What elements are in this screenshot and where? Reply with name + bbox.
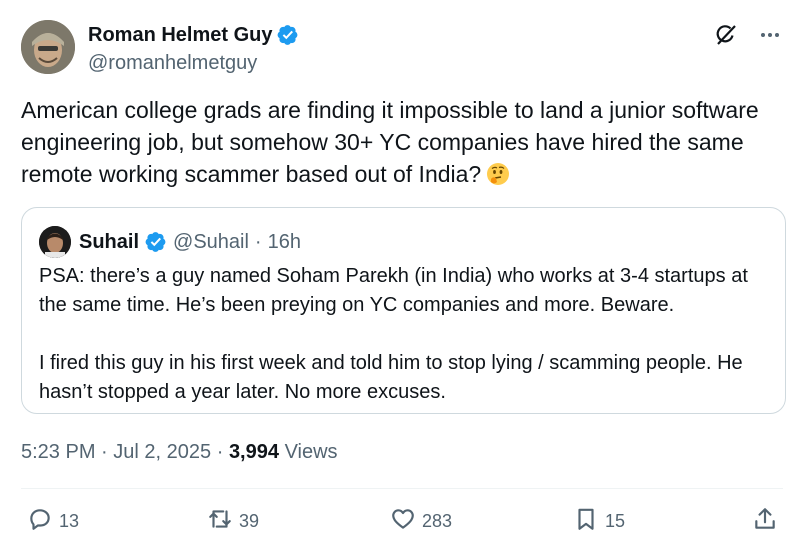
- share-icon: [752, 506, 778, 537]
- reply-icon: [27, 506, 53, 537]
- quoted-paragraph: I fired this guy in his first week and t…: [39, 352, 743, 403]
- quoted-author-handle[interactable]: @Suhail: [173, 231, 249, 254]
- more-icon[interactable]: [757, 22, 783, 48]
- meta-separator: ·: [216, 441, 224, 463]
- reply-button[interactable]: 13: [27, 503, 79, 539]
- repost-count: 39: [239, 510, 260, 531]
- quoted-tweet-header: Suhail @Suhail · 16h: [39, 226, 301, 258]
- tweet-text-body: American college grads are finding it im…: [21, 97, 759, 187]
- meta-separator: ·: [101, 441, 108, 463]
- bookmark-icon: [573, 506, 599, 537]
- quoted-timestamp[interactable]: 16h: [268, 231, 301, 254]
- quoted-separator: ·: [254, 230, 262, 253]
- tweet-date[interactable]: Jul 2, 2025: [113, 441, 211, 463]
- author-handle[interactable]: @romanhelmetguy: [88, 50, 299, 76]
- verified-badge-icon: [145, 231, 167, 253]
- verified-badge-icon: [277, 24, 299, 46]
- top-actions: [713, 22, 783, 48]
- quoted-tweet-text: PSA: there’s a guy named Soham Parekh (i…: [39, 262, 769, 407]
- reply-count: 13: [59, 510, 80, 531]
- quoted-author-name[interactable]: Suhail: [79, 231, 139, 254]
- author-name[interactable]: Roman Helmet Guy: [88, 22, 299, 48]
- author-avatar[interactable]: [21, 20, 75, 74]
- quoted-tweet[interactable]: Suhail @Suhail · 16h PSA: there’s a guy …: [21, 207, 786, 414]
- like-count: 283: [422, 510, 453, 531]
- grok-icon[interactable]: [713, 22, 739, 48]
- tweet-time[interactable]: 5:23 PM: [21, 441, 95, 463]
- repost-icon: [207, 506, 233, 537]
- action-bar: 13 39 283 15: [0, 503, 801, 539]
- bookmark-count: 15: [605, 510, 626, 531]
- share-button[interactable]: [752, 503, 778, 539]
- bookmark-button[interactable]: 15: [573, 503, 625, 539]
- author-name-text[interactable]: Roman Helmet Guy: [88, 22, 272, 48]
- quoted-paragraph: PSA: there’s a guy named Soham Parekh (i…: [39, 265, 748, 316]
- tweet-text: American college grads are finding it im…: [21, 94, 791, 190]
- quoted-author-avatar[interactable]: [39, 226, 71, 258]
- like-icon: [390, 506, 416, 537]
- author-block: Roman Helmet Guy @romanhelmetguy: [88, 22, 299, 76]
- thinking-face-icon: [485, 161, 511, 187]
- views-count: 3,994: [228, 441, 279, 463]
- repost-button[interactable]: 39: [207, 503, 259, 539]
- views-label: Views: [284, 441, 338, 463]
- tweet-meta: 5:23 PM · Jul 2, 2025 · 3,994 Views: [21, 440, 338, 464]
- like-button[interactable]: 283: [390, 503, 452, 539]
- divider: [21, 488, 783, 489]
